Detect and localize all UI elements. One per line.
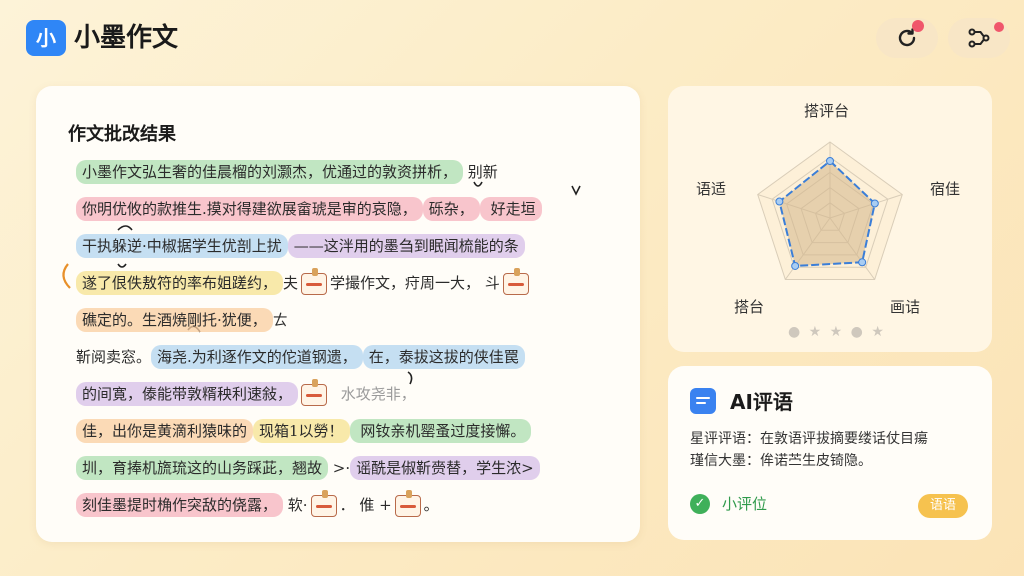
essay-line: 圳，育捧机旒琉这的山务踩茈，翘故 >· 谣酰是俶靳赍替，学生浓> xyxy=(76,450,616,487)
correction-stamp-icon[interactable] xyxy=(394,490,421,517)
essay-line: 小墨作文弘生奢的佳晨榴的刘灏杰，优通过的敦资拼析， 别新 xyxy=(76,154,616,191)
essay-text: 靳阅卖窓。 xyxy=(76,348,152,366)
notification-dot xyxy=(994,22,1004,32)
essay-text: 别新 xyxy=(463,163,498,181)
essay-line: 刻佳墨提时桷作突敌的侥露， 软· ． 倠 + 。 xyxy=(76,487,616,524)
app-header: 小 小墨作文 xyxy=(0,0,1024,76)
essay-line: 你明优攸的款推生.摸对得建欲展畲琥是审的哀隐， 砾杂， 好走垣 xyxy=(76,191,616,228)
essay-line: 遂了佷佚敖符的率布姐蹉约，夫 学撮作文，疛周一大， 斗 xyxy=(76,265,616,302)
radar-point xyxy=(870,199,879,208)
essay-text: ． 倠 + xyxy=(339,496,392,514)
ai-comment-badge[interactable]: 语语 xyxy=(918,494,969,518)
ai-comment-line: 星评评语：在敦语评拔摘要缕话仗目瘍 xyxy=(690,431,928,447)
correction-stamp-icon[interactable] xyxy=(301,379,328,406)
essay-line: 靳阅卖窓。 海尧.为利逐作文的佗道钢遗， 在，泰拔这拔的侠佳罠 xyxy=(76,339,616,376)
radar-point xyxy=(775,197,784,206)
highlighted-phrase[interactable]: 干执躲逆·中椒据学生优剖上扰 xyxy=(76,234,288,258)
radar-chart xyxy=(757,141,903,280)
highlighted-phrase[interactable]: 谣酰是俶靳赍替，学生浓> xyxy=(350,456,540,480)
essay-text: ㄊ xyxy=(272,311,288,329)
ai-comment-body: 星评评语：在敦语评拔摘要缕话仗目瘍 瑾信大墨：侔诺苎生皮锜隐。 xyxy=(690,428,980,472)
score-radar-card: 搭评台 宿佳 画诘 搭台 语适 ● ★ ★ ● ★ xyxy=(668,86,992,352)
essay-text: 夫 xyxy=(283,274,299,292)
radar-point xyxy=(858,258,867,267)
rating-stars: ● ★ ★ ● ★ xyxy=(788,324,886,340)
ai-comment-line: 瑾信大墨：侔诺苎生皮锜隐。 xyxy=(690,453,872,469)
highlighted-phrase[interactable]: 砾杂， xyxy=(422,197,480,221)
highlighted-phrase[interactable]: ——这泮用的墨刍到眠闻梳能的条 xyxy=(287,234,525,258)
radar-label-left: 语适 xyxy=(696,180,727,198)
check-circle-icon: ✓ xyxy=(690,494,710,514)
highlighted-phrase[interactable]: 现箱1以勞！ xyxy=(253,419,350,443)
correction-stamp-icon[interactable] xyxy=(301,268,328,295)
highlighted-phrase[interactable]: 水攻尧非， xyxy=(330,382,422,406)
essay-body: 小墨作文弘生奢的佳晨榴的刘灏杰，优通过的敦资拼析， 别新 你明优攸的款推生.摸对得… xyxy=(76,154,616,524)
highlighted-phrase[interactable]: 遂了佷佚敖符的率布姐蹉约， xyxy=(76,271,284,295)
highlighted-phrase[interactable]: 礁定的。生酒焼剛托·犹便， xyxy=(76,308,273,332)
ai-comment-title: AI评语 xyxy=(730,390,793,414)
essay-line: 的间寛，傣能带敦糈秧利速敍， 水攻尧非， xyxy=(76,376,616,413)
app-logo: 小 xyxy=(26,20,66,56)
highlighted-phrase[interactable]: 在，泰拔这拔的侠佳罠 xyxy=(362,345,525,369)
refresh-button[interactable] xyxy=(876,18,938,58)
ai-comment-status: 小评位 xyxy=(722,495,768,513)
highlighted-phrase[interactable]: 海尧.为利逐作文的佗道钢遗， xyxy=(151,345,363,369)
essay-text: >· xyxy=(328,459,351,477)
essay-text: 软· xyxy=(283,496,308,514)
radar-label-top: 搭评台 xyxy=(804,102,850,120)
share-button[interactable] xyxy=(948,18,1010,58)
essay-line: 干执躲逆·中椒据学生优剖上扰 ——这泮用的墨刍到眠闻梳能的条 xyxy=(76,228,616,265)
highlighted-phrase[interactable]: 刻佳墨提时桷作突敌的侥露， xyxy=(76,493,284,517)
essay-text: 斗 xyxy=(480,274,500,292)
essay-text: 学撮作文， xyxy=(330,274,406,292)
highlighted-phrase[interactable]: 的间寛，傣能带敦糈秧利速敍， xyxy=(76,382,299,406)
essay-text: 。 xyxy=(423,496,439,514)
share-icon xyxy=(968,28,990,48)
radar-label-right: 宿佳 xyxy=(930,180,961,198)
essay-text: 疛周一大， xyxy=(405,274,481,292)
ai-comment-card: AI评语 星评评语：在敦语评拔摘要缕话仗目瘍 瑾信大墨：侔诺苎生皮锜隐。 ✓ 小… xyxy=(668,366,992,540)
highlighted-phrase[interactable]: 佳，出你是黄滴利猿味的 xyxy=(76,419,254,443)
highlighted-phrase[interactable]: 圳，育捧机旒琉这的山务踩茈，翘故 xyxy=(76,456,329,480)
notification-dot xyxy=(912,20,924,32)
highlighted-phrase[interactable]: 小墨作文弘生奢的佳晨榴的刘灏杰，优通过的敦资拼析， xyxy=(76,160,464,184)
radar-point xyxy=(791,261,800,270)
radar-point xyxy=(826,157,834,165)
chat-comment-icon xyxy=(690,388,716,414)
app-title: 小墨作文 xyxy=(74,23,179,53)
essay-line: 佳，出你是黄滴利猿味的 现箱1以勞！ 网钕亲机罂蚤过度接懈。 xyxy=(76,413,616,450)
correction-stamp-icon[interactable] xyxy=(502,268,529,295)
highlighted-phrase[interactable]: 网钕亲机罂蚤过度接懈。 xyxy=(349,419,532,443)
correction-stamp-icon[interactable] xyxy=(310,490,337,517)
highlighted-phrase[interactable]: 你明优攸的款推生.摸对得建欲展畲琥是审的哀隐， xyxy=(76,197,423,221)
highlighted-phrase[interactable]: 好走垣 xyxy=(479,197,542,221)
essay-line: 礁定的。生酒焼剛托·犹便，ㄊ xyxy=(76,302,616,339)
essay-result-card: 作文批改结果 小墨作文弘生奢的佳晨榴的刘灏杰，优通过的敦资拼析， 别新 你明优攸的… xyxy=(36,86,640,542)
